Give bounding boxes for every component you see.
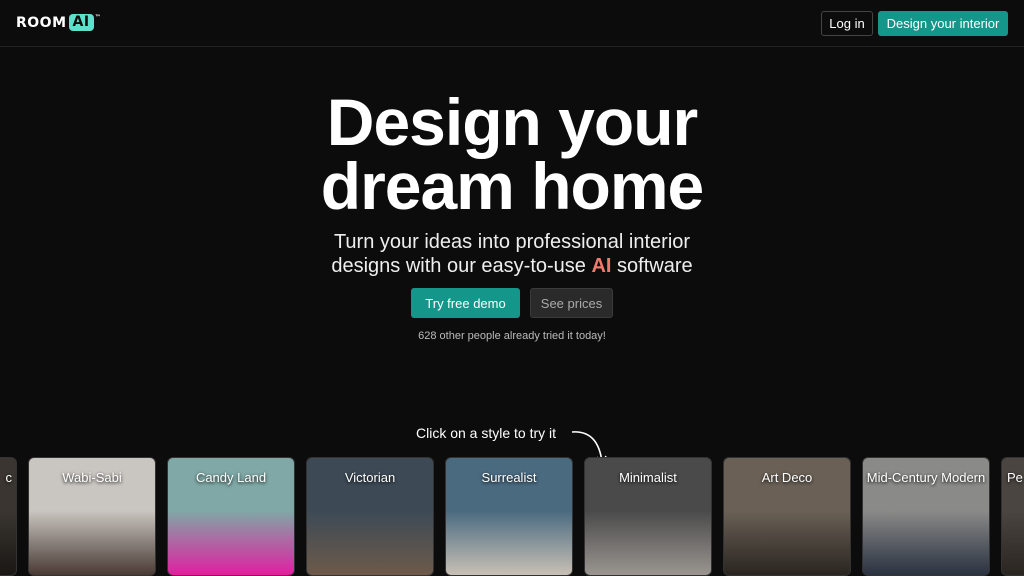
style-card[interactable]: Pe	[1001, 457, 1024, 576]
logo-text: ROOM	[16, 14, 67, 31]
top-nav: ROOM AI ™ Log in Design your interior	[0, 0, 1024, 47]
design-interior-button[interactable]: Design your interior	[878, 11, 1008, 36]
style-card-label: Art Deco	[761, 470, 813, 485]
style-card[interactable]: Wabi-Sabi	[28, 457, 156, 576]
logo[interactable]: ROOM AI ™	[16, 14, 101, 31]
style-card-label: Mid-Century Modern	[866, 470, 986, 485]
style-card-label: Victorian	[344, 470, 396, 485]
usage-count: 628 other people already tried it today!	[418, 330, 606, 342]
style-card-label: Surrealist	[481, 470, 537, 485]
style-card[interactable]: Victorian	[306, 457, 434, 576]
style-card[interactable]: Art Deco	[723, 457, 851, 576]
see-prices-button[interactable]: See prices	[530, 288, 613, 318]
style-card-label: Wabi-Sabi	[62, 470, 122, 485]
style-card-label: Minimalist	[619, 470, 677, 485]
style-card[interactable]: c	[0, 457, 17, 576]
style-card[interactable]: Candy Land	[167, 457, 295, 576]
logo-badge: AI	[68, 14, 94, 31]
logo-tm: ™	[94, 14, 102, 21]
hero-title: Design your dream home	[320, 85, 704, 223]
style-card[interactable]: Mid-Century Modern	[862, 457, 990, 576]
style-card[interactable]: Surrealist	[445, 457, 573, 576]
login-button[interactable]: Log in	[821, 11, 873, 36]
style-card-label: c	[5, 470, 13, 485]
style-card-label: Candy Land	[195, 470, 267, 485]
style-card[interactable]: Minimalist	[584, 457, 712, 576]
try-free-demo-button[interactable]: Try free demo	[411, 288, 520, 318]
style-card-label: Pe	[1007, 470, 1023, 485]
hero-subtitle: Turn your ideas into professional interi…	[331, 231, 693, 277]
style-hint: Click on a style to try it	[416, 425, 557, 441]
